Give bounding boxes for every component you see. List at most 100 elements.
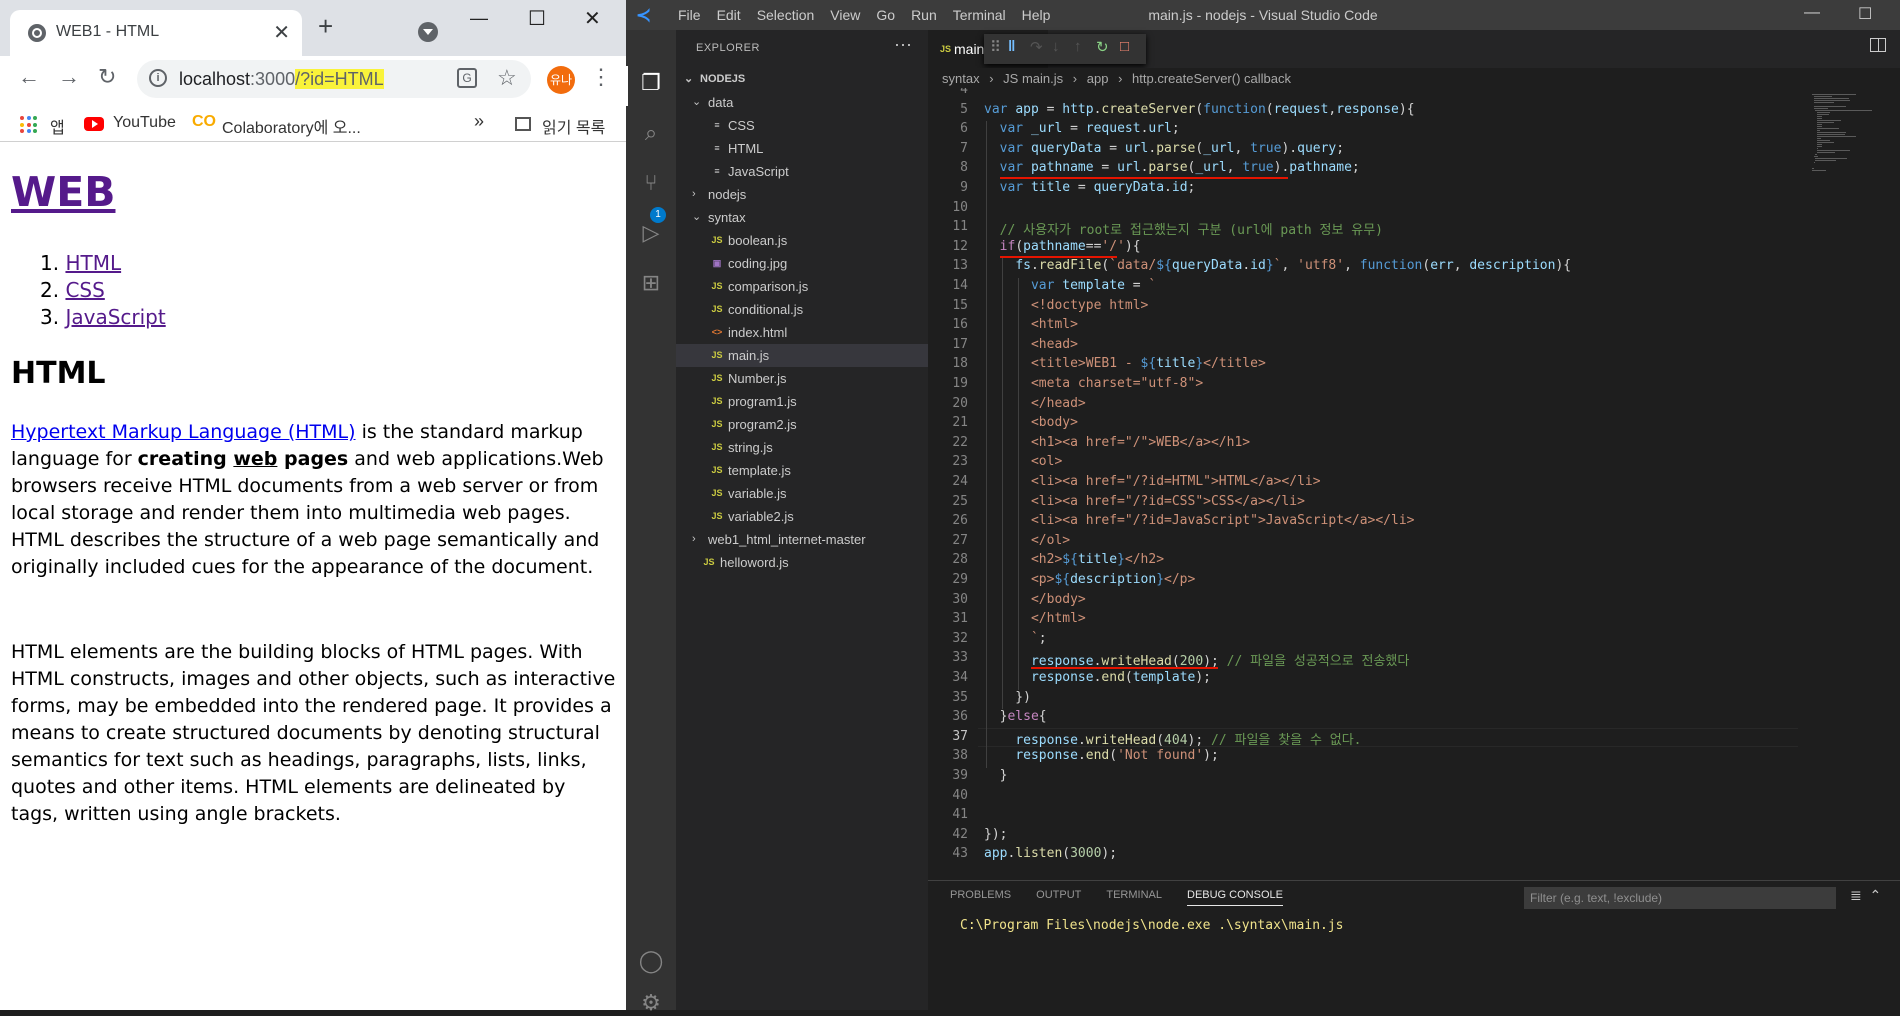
tree-file[interactable]: JS conditional.js <box>676 298 928 321</box>
reading-list-icon[interactable] <box>515 117 531 131</box>
tree-file[interactable]: JS program1.js <box>676 390 928 413</box>
source-control-icon[interactable]: ⑂ <box>638 170 664 196</box>
tree-file[interactable]: JS main.js <box>676 344 928 367</box>
more-menu-icon[interactable]: ⋮ <box>590 64 612 90</box>
menu-selection[interactable]: Selection <box>749 0 823 30</box>
close-tab-icon[interactable]: ✕ <box>273 20 290 45</box>
run-debug-icon[interactable]: ▷ <box>638 220 664 246</box>
bookmarks-overflow[interactable]: » <box>474 111 484 132</box>
breadcrumb-file[interactable]: JS main.js <box>1003 71 1063 86</box>
step-over-icon[interactable]: ↷ <box>1030 38 1043 56</box>
maximize-panel-icon[interactable]: ⌃ <box>1870 887 1882 903</box>
close-window-icon[interactable]: ✕ <box>584 6 601 31</box>
restart-icon[interactable]: ↻ <box>1096 38 1109 56</box>
minimize-icon[interactable]: — <box>470 8 488 29</box>
tree-file[interactable]: JS helloword.js <box>676 551 928 574</box>
bookmark-youtube[interactable]: YouTube <box>113 114 176 132</box>
clear-console-icon[interactable]: ≣ <box>1850 887 1862 903</box>
drag-handle-icon[interactable]: ⠿ <box>990 38 1001 56</box>
tree-folder[interactable]: › web1_html_internet-master <box>676 528 928 551</box>
more-actions-icon[interactable]: ··· <box>894 34 912 55</box>
step-out-icon[interactable]: ↑ <box>1074 38 1082 55</box>
profile-avatar[interactable]: 유나 <box>547 66 575 94</box>
line-number: 34 <box>952 670 968 685</box>
maximize-icon[interactable]: ☐ <box>1858 4 1872 24</box>
minimap-line <box>1816 148 1819 149</box>
menu-file[interactable]: File <box>670 0 709 30</box>
explorer-icon[interactable]: ❐ <box>638 70 664 96</box>
tab-search-icon[interactable] <box>418 22 438 42</box>
tab-problems[interactable]: PROBLEMS <box>950 889 1011 906</box>
split-editor-icon[interactable] <box>1870 38 1886 52</box>
translate-icon[interactable]: G <box>457 68 477 88</box>
minimap-line <box>1816 112 1830 113</box>
web-home-link[interactable]: WEB <box>11 168 115 216</box>
minimize-icon[interactable]: — <box>1804 4 1820 22</box>
tree-item-label: main.js <box>728 348 770 363</box>
menu-edit[interactable]: Edit <box>709 0 749 30</box>
tree-item-label: NODEJS <box>700 73 746 85</box>
tree-folder[interactable]: ⌄ data <box>676 91 928 114</box>
tab-output[interactable]: OUTPUT <box>1036 889 1081 906</box>
tree-file[interactable]: JS string.js <box>676 436 928 459</box>
html-link[interactable]: HTML <box>65 251 121 275</box>
tree-file[interactable]: ≡ JavaScript <box>676 160 928 183</box>
url-text[interactable]: localhost:3000/?id=HTML <box>179 69 384 90</box>
html-wiki-link[interactable]: Hypertext Markup Language (HTML) <box>11 421 356 443</box>
line-number: 17 <box>952 336 968 352</box>
account-icon[interactable]: ◯ <box>638 948 664 974</box>
tree-folder[interactable]: ⌄ syntax <box>676 206 928 229</box>
console-filter-input[interactable]: Filter (e.g. text, !exclude) <box>1524 887 1836 909</box>
javascript-link[interactable]: JavaScript <box>65 305 165 329</box>
site-info-icon[interactable]: i <box>149 69 167 87</box>
tab-debug-console[interactable]: DEBUG CONSOLE <box>1187 889 1283 906</box>
back-icon[interactable]: ← <box>18 64 40 90</box>
tab-terminal[interactable]: TERMINAL <box>1106 889 1162 906</box>
bookmark-apps[interactable]: 앱 <box>50 114 65 138</box>
code-editor[interactable]: 4 5 var app = http.createServer(function(r… <box>928 88 1808 880</box>
tree-folder[interactable]: › nodejs <box>676 183 928 206</box>
menu-run[interactable]: Run <box>903 0 945 30</box>
gear-icon[interactable]: ⚙ <box>638 990 664 1016</box>
menu-view[interactable]: View <box>822 0 868 30</box>
extensions-icon[interactable]: ⊞ <box>638 270 664 296</box>
reading-list[interactable]: 읽기 목록 <box>542 114 605 138</box>
reload-icon[interactable]: ↻ <box>98 64 116 90</box>
tree-file[interactable]: JS comparison.js <box>676 275 928 298</box>
file-file-icon: ≡ <box>714 166 720 176</box>
breadcrumb-callback[interactable]: http.createServer() callback <box>1132 71 1291 86</box>
address-bar[interactable]: i localhost:3000/?id=HTML G ☆ <box>137 60 531 98</box>
apps-grid-icon[interactable] <box>20 116 38 134</box>
tree-file[interactable]: JS program2.js <box>676 413 928 436</box>
breadcrumb-folder[interactable]: syntax <box>942 71 980 86</box>
menu-help[interactable]: Help <box>1014 0 1059 30</box>
css-link[interactable]: CSS <box>65 278 104 302</box>
tree-folder[interactable]: ⌄ NODEJS <box>676 68 928 91</box>
minimap-line <box>1816 128 1840 129</box>
tree-file[interactable]: JS variable.js <box>676 482 928 505</box>
tree-file[interactable]: ▣ coding.jpg <box>676 252 928 275</box>
browser-tab[interactable]: WEB1 - HTML ✕ <box>10 10 302 56</box>
tree-file[interactable]: JS template.js <box>676 459 928 482</box>
code-line: </ol> <box>1030 532 1071 548</box>
step-into-icon[interactable]: ↓ <box>1052 38 1060 55</box>
forward-icon[interactable]: → <box>58 64 80 90</box>
maximize-icon[interactable]: ☐ <box>528 6 546 31</box>
menu-terminal[interactable]: Terminal <box>945 0 1014 30</box>
bookmark-colab[interactable]: Colaboratory에 오... <box>222 114 361 138</box>
tree-file[interactable]: JS boolean.js <box>676 229 928 252</box>
search-icon[interactable]: ⌕ <box>638 120 664 146</box>
tree-file[interactable]: JS Number.js <box>676 367 928 390</box>
new-tab-button[interactable]: + <box>318 13 333 39</box>
minimap[interactable] <box>1808 88 1890 880</box>
breadcrumb-symbol[interactable]: app <box>1087 71 1109 86</box>
menu-go[interactable]: Go <box>868 0 903 30</box>
pause-icon[interactable]: ‖ <box>1008 38 1015 55</box>
line-number: 26 <box>952 513 968 529</box>
tree-file[interactable]: ≡ CSS <box>676 114 928 137</box>
bookmark-star-icon[interactable]: ☆ <box>497 65 517 91</box>
tree-file[interactable]: <> index.html <box>676 321 928 344</box>
tree-file[interactable]: ≡ HTML <box>676 137 928 160</box>
stop-icon[interactable]: □ <box>1120 38 1129 55</box>
tree-file[interactable]: JS variable2.js <box>676 505 928 528</box>
